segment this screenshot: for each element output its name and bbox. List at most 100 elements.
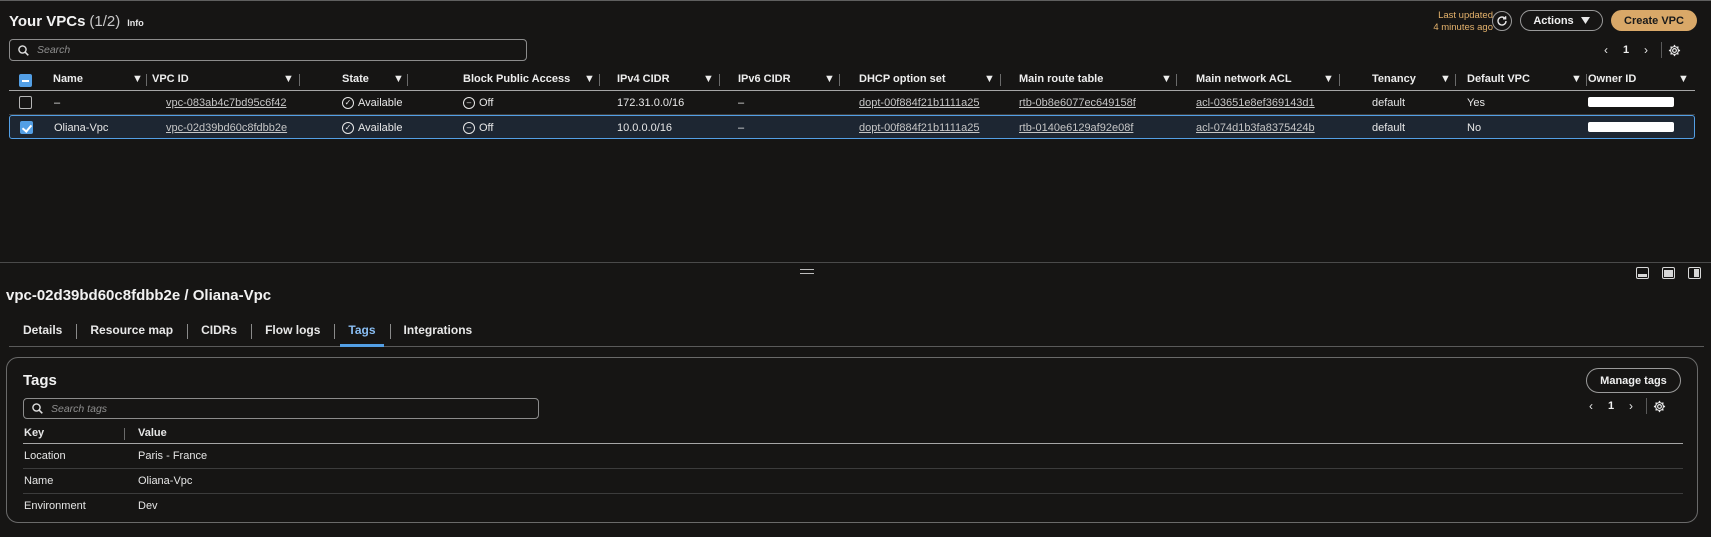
column-divider[interactable] [839,74,840,86]
tag-value: Oliana-Vpc [138,475,193,487]
cell-vpc-id-link[interactable]: vpc-02d39bd60c8fdbb2e [166,122,287,134]
cell-tenancy: default [1372,97,1406,109]
table-row[interactable]: – vpc-083ab4c7bd95c6f42 ✓ Available – Of… [9,91,1695,115]
tab-resource-map[interactable]: Resource map [76,320,187,346]
tab-details[interactable]: Details [9,320,76,346]
cell-name: – [54,97,61,109]
cell-network-acl-link[interactable]: acl-03651e8ef369143d1 [1196,97,1315,109]
table-row: Environment Dev [23,494,1683,519]
create-vpc-button[interactable]: Create VPC [1611,10,1697,31]
column-header-tenancy[interactable]: Tenancy [1372,73,1416,85]
table-header-row: Name ▼ VPC ID ▼ State ▼ Block Public Acc… [9,69,1695,91]
vpc-table: Name ▼ VPC ID ▼ State ▼ Block Public Acc… [9,69,1695,139]
tab-tags[interactable]: Tags [334,320,389,347]
sort-caret-icon[interactable]: ▼ [703,73,714,85]
column-header-ipv4-cidr[interactable]: IPv4 CIDR [617,73,670,85]
row-checkbox[interactable] [19,96,32,109]
pagination-divider [1661,42,1662,58]
settings-gear-icon[interactable] [1668,44,1681,57]
sort-caret-icon[interactable]: ▼ [1440,73,1451,85]
column-divider[interactable] [1455,74,1456,86]
column-header-state[interactable]: State [342,73,369,85]
sort-caret-icon[interactable]: ▼ [584,73,595,85]
column-header-main-route-table[interactable]: Main route table [1019,73,1103,85]
column-header-block-public-access[interactable]: Block Public Access [463,73,570,85]
search-icon [32,403,43,414]
column-divider[interactable] [146,74,147,86]
cell-network-acl-link[interactable]: acl-074d1b3fa8375424b [1196,122,1315,134]
column-divider[interactable] [719,74,720,86]
layout-bottom-icon[interactable] [1636,267,1649,279]
page-number[interactable]: 1 [1615,44,1637,56]
panel-layout-controls [1636,267,1701,279]
sort-caret-icon[interactable]: ▼ [283,73,294,85]
layout-full-icon[interactable] [1662,267,1675,279]
column-header-main-network-acl[interactable]: Main network ACL [1196,73,1292,85]
column-divider[interactable] [1586,74,1587,86]
cell-vpc-id-link[interactable]: vpc-083ab4c7bd95c6f42 [166,97,286,109]
cell-dhcp-link[interactable]: dopt-00f884f21b1111a25 [859,122,980,134]
panel-splitter[interactable] [0,262,1711,263]
column-header-name[interactable]: Name [53,73,83,85]
actions-label: Actions [1533,14,1574,27]
layout-side-icon[interactable] [1688,267,1701,279]
column-divider[interactable] [407,74,408,86]
column-divider[interactable] [1000,74,1001,86]
row-checkbox[interactable] [20,121,33,134]
search-input[interactable]: Search [9,39,527,61]
search-tags-placeholder: Search tags [51,402,108,415]
column-divider[interactable] [1176,74,1177,86]
sort-caret-icon[interactable]: ▼ [393,73,404,85]
info-link[interactable]: Info [127,18,144,28]
sort-caret-icon[interactable]: ▼ [1571,73,1582,85]
prev-page-icon[interactable]: ‹ [1597,43,1615,57]
settings-gear-icon[interactable] [1653,400,1666,413]
table-row[interactable]: Oliana-Vpc vpc-02d39bd60c8fdbb2e ✓ Avail… [9,115,1695,139]
page-header: Your VPCs (1/2) Info [9,13,144,30]
sort-caret-icon[interactable]: ▼ [1323,73,1334,85]
prev-page-icon[interactable]: ‹ [1582,399,1600,413]
cell-block-public-access: – Off [463,122,493,134]
search-tags-input[interactable]: Search tags [23,398,539,419]
tags-page-number[interactable]: 1 [1600,400,1622,412]
sort-caret-icon[interactable]: ▼ [824,73,835,85]
select-all-checkbox[interactable] [19,74,32,87]
column-header-owner-id[interactable]: Owner ID [1588,73,1636,85]
manage-tags-button[interactable]: Manage tags [1586,368,1681,393]
sort-caret-icon[interactable]: ▼ [132,73,143,85]
column-header-key[interactable]: Key [24,427,44,439]
column-divider[interactable] [124,428,125,440]
tab-cidrs[interactable]: CIDRs [187,320,251,346]
check-circle-icon: ✓ [342,122,354,134]
column-divider[interactable] [1339,74,1340,86]
tag-value: Paris - France [138,450,208,462]
minus-circle-icon: – [463,97,475,109]
column-header-ipv6-cidr[interactable]: IPv6 CIDR [738,73,791,85]
refresh-button[interactable] [1492,11,1512,31]
actions-button[interactable]: Actions [1520,10,1603,31]
sort-caret-icon[interactable]: ▼ [1678,73,1689,85]
cell-dhcp-link[interactable]: dopt-00f884f21b1111a25 [859,97,980,109]
next-page-icon[interactable]: › [1622,399,1640,413]
tag-key: Name [24,475,54,487]
cell-ipv4-cidr: 10.0.0.0/16 [617,122,673,134]
cell-route-table-link[interactable]: rtb-0140e6129af92e08f [1019,122,1133,134]
cell-route-table-link[interactable]: rtb-0b8e6077ec649158f [1019,97,1136,109]
column-divider[interactable] [599,74,600,86]
next-page-icon[interactable]: › [1637,43,1655,57]
column-header-value[interactable]: Value [138,427,167,439]
cell-state: ✓ Available [342,122,402,134]
tab-flow-logs[interactable]: Flow logs [251,320,334,346]
column-header-default-vpc[interactable]: Default VPC [1467,73,1530,85]
column-header-vpc-id[interactable]: VPC ID [152,73,189,85]
minus-circle-icon: – [463,122,475,134]
sort-caret-icon[interactable]: ▼ [984,73,995,85]
cell-owner-id-redacted [1588,122,1674,132]
column-header-dhcp-option-set[interactable]: DHCP option set [859,73,946,85]
tag-key: Environment [24,500,86,512]
tab-integrations[interactable]: Integrations [389,320,487,346]
cell-block-public-access: – Off [463,97,493,109]
column-divider[interactable] [299,74,300,86]
sort-caret-icon[interactable]: ▼ [1161,73,1172,85]
drag-handle-icon[interactable] [800,269,814,274]
